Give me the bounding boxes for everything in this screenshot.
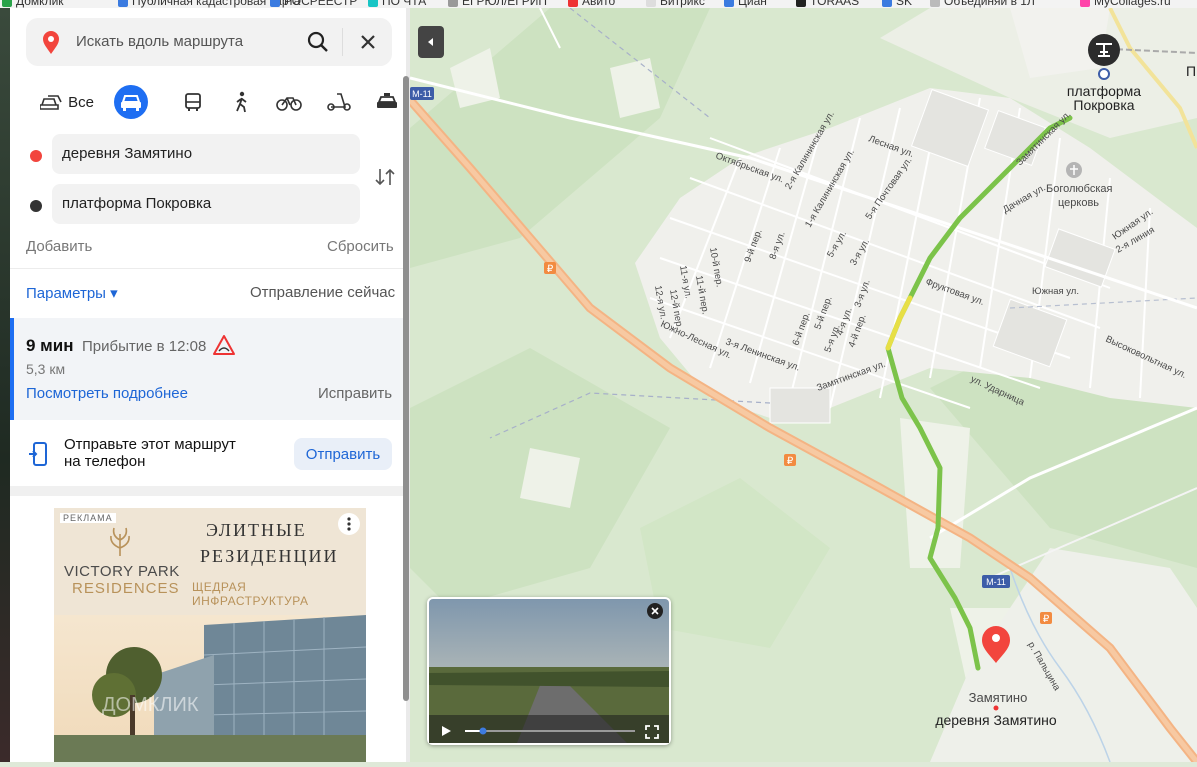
search-icon[interactable] <box>306 30 330 54</box>
street-label: Южная ул. <box>1032 286 1079 297</box>
watermark-text: ДОМКЛИК <box>102 694 199 716</box>
close-icon[interactable] <box>356 30 380 54</box>
ad-photo: ДОМКЛИК <box>54 615 366 762</box>
mode-all-label: Все <box>68 93 94 111</box>
to-field[interactable]: платформа Покровка <box>52 184 360 224</box>
advertisement-banner[interactable]: РЕКЛАМА VICTORY PARK RESIDENCES ЭЛИТНЫЕ … <box>54 508 366 762</box>
bus-icon <box>185 93 201 111</box>
svg-text:деревня Замятино: деревня Замятино <box>935 712 1057 728</box>
send-button[interactable]: Отправить <box>294 438 392 470</box>
divider <box>10 486 406 496</box>
from-dot-icon <box>30 150 42 162</box>
svg-text:₽: ₽ <box>547 264 554 275</box>
scooter-icon <box>327 93 351 111</box>
street-view-image <box>429 599 669 743</box>
svg-text:церковь: церковь <box>1058 197 1099 209</box>
mode-scooter-button[interactable] <box>324 84 354 120</box>
mode-car-button[interactable] <box>114 85 148 119</box>
transport-modes: Все <box>26 84 397 120</box>
chevron-left-icon <box>428 38 433 46</box>
mode-all-button[interactable]: Все <box>32 84 102 120</box>
bookmark-item[interactable]: ЕГРЮЛ/ЕГРИП <box>448 0 547 8</box>
swap-icon[interactable] <box>374 166 396 188</box>
fix-route-button[interactable]: Исправить <box>318 385 392 402</box>
svg-text:Боголюбская: Боголюбская <box>1046 183 1113 195</box>
phone-icon <box>29 442 47 466</box>
route-arrival: Прибытие в 12:08 <box>82 338 207 355</box>
add-point-button[interactable]: Добавить <box>26 238 92 255</box>
mode-bike-button[interactable] <box>274 84 304 120</box>
svg-text:П: П <box>1186 63 1196 79</box>
route-duration: 9 мин <box>26 336 74 355</box>
video-progress-bar[interactable] <box>465 727 635 735</box>
send-to-phone-text: Отправьте этот маршрут на телефон <box>64 436 236 470</box>
divider <box>10 268 406 269</box>
street-view-preview[interactable] <box>427 597 671 745</box>
parameters-dropdown[interactable]: Параметры ▾ <box>26 284 118 302</box>
walk-icon <box>236 91 247 113</box>
divider <box>342 28 343 56</box>
bicycle-icon <box>276 97 302 111</box>
mode-taxi-button[interactable] <box>372 84 402 120</box>
ad-brand-sub: RESIDENCES <box>72 580 180 597</box>
reset-button[interactable]: Сбросить <box>327 238 394 255</box>
svg-text:Замятино: Замятино <box>969 690 1028 705</box>
close-icon[interactable] <box>647 603 663 619</box>
ad-menu-button[interactable] <box>338 513 360 535</box>
bookmark-item[interactable]: SK <box>882 0 912 8</box>
svg-text:₽: ₽ <box>787 456 794 467</box>
selected-indicator <box>10 318 14 420</box>
bookmark-item[interactable]: РОСРЕЕСТР <box>270 0 357 8</box>
mode-walk-button[interactable] <box>226 84 256 120</box>
play-icon[interactable] <box>439 724 453 738</box>
svg-text:₽: ₽ <box>1043 614 1050 625</box>
search-bar[interactable]: Искать вдоль маршрута <box>26 18 392 66</box>
bookmarks-bar: Домклик Публичная кадастровая карта РОСР… <box>0 0 1197 8</box>
more-vertical-icon <box>347 517 351 531</box>
map-pin-icon <box>43 31 59 54</box>
from-value: деревня Замятино <box>62 145 193 162</box>
search-input[interactable]: Искать вдоль маршрута <box>76 33 243 50</box>
ad-subheadline: ЩЕДРАЯ ИНФРАСТРУКТУРА <box>192 580 309 608</box>
window-edge <box>0 8 10 762</box>
car-icon <box>121 95 141 111</box>
svg-text:М-11: М-11 <box>986 577 1006 587</box>
route-distance: 5,3 км <box>26 361 66 377</box>
mode-bus-button[interactable] <box>178 84 208 120</box>
departure-time-button[interactable]: Отправление сейчас <box>250 284 395 301</box>
ad-headline: РЕЗИДЕНЦИИ <box>200 546 339 566</box>
bookmark-item[interactable]: MyCollages.ru <box>1080 0 1171 8</box>
bookmark-item[interactable]: ПО ЧТА <box>368 0 426 8</box>
cars-icon <box>40 95 62 110</box>
to-value: платформа Покровка <box>62 195 212 212</box>
bookmark-item[interactable]: Циан <box>724 0 767 8</box>
sidebar-scrollbar[interactable] <box>403 76 409 701</box>
from-field[interactable]: деревня Замятино <box>52 134 360 174</box>
svg-text:М-11: М-11 <box>412 89 432 99</box>
ad-headline: ЭЛИТНЫЕ <box>206 520 307 540</box>
bookmark-item[interactable]: TORAAS <box>796 0 859 8</box>
route-option-card[interactable]: 9 мин Прибытие в 12:08 5,3 км Посмотреть… <box>10 318 406 420</box>
warning-icon <box>213 335 235 355</box>
to-dot-icon <box>30 200 42 212</box>
bookmark-item[interactable]: Объединяй в 1Л <box>930 0 1035 8</box>
ad-brand-name: VICTORY PARK <box>64 563 180 580</box>
route-panel: Искать вдоль маршрута Все деревня Замяти… <box>10 8 406 762</box>
taxi-icon <box>377 93 397 108</box>
svg-text:Покровка: Покровка <box>1073 97 1134 113</box>
send-to-phone-section: Отправьте этот маршрут на телефон Отправ… <box>10 420 406 486</box>
bookmark-item[interactable]: Домклик <box>2 0 64 8</box>
view-details-link[interactable]: Посмотреть подробнее <box>26 385 188 402</box>
bookmark-item[interactable]: Битрикс <box>646 0 705 8</box>
ad-tag: РЕКЛАМА <box>60 513 116 523</box>
wheat-logo-icon <box>110 527 130 556</box>
collapse-panel-button[interactable] <box>418 26 444 58</box>
fullscreen-icon[interactable] <box>645 725 659 739</box>
bookmark-item[interactable]: Авито <box>568 0 615 8</box>
